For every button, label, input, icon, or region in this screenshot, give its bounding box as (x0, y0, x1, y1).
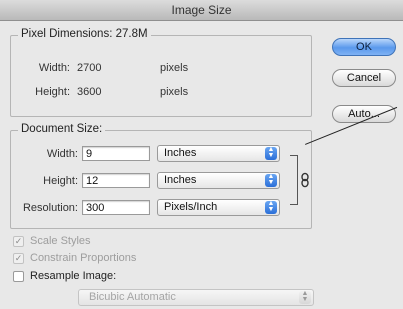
pixel-dimensions-legend: Pixel Dimensions: 27.8M (18, 28, 151, 40)
pixel-width-unit: pixels (160, 62, 189, 74)
constrain-proportions-checkbox[interactable]: ✓ (13, 253, 24, 264)
doc-height-unit-stepper-icon: ▲ ▼ (265, 173, 277, 187)
ok-button[interactable]: OK (332, 38, 396, 56)
doc-height-unit-value: Inches (164, 174, 197, 186)
doc-width-unit-select[interactable]: Inches ▲ ▼ (157, 145, 280, 162)
cancel-button[interactable]: Cancel (332, 69, 396, 87)
resample-image-checkbox[interactable] (13, 271, 24, 282)
resample-method-value: Bicubic Automatic (89, 291, 176, 303)
doc-width-input[interactable] (82, 146, 150, 161)
doc-width-label: Width: (46, 148, 78, 160)
scale-styles-label: Scale Styles (30, 235, 91, 247)
constrain-proportions-label: Constrain Proportions (30, 252, 137, 264)
resolution-unit-select[interactable]: Pixels/Inch ▲ ▼ (157, 199, 280, 216)
pixel-width-value: 2700 (77, 62, 102, 74)
resolution-unit-stepper-icon: ▲ ▼ (265, 200, 277, 214)
link-bracket (290, 155, 298, 205)
chain-link-icon (300, 172, 310, 188)
resample-image-label: Resample Image: (30, 270, 117, 282)
pixel-dimensions-size: 27.8M (115, 28, 148, 40)
pixel-width-label: Width: (38, 62, 70, 74)
pixel-height-unit: pixels (160, 86, 189, 98)
resample-method-stepper-icon: ▲ ▼ (299, 290, 311, 304)
doc-width-unit-value: Inches (164, 147, 197, 159)
doc-height-input[interactable] (82, 173, 150, 188)
scale-styles-checkbox[interactable]: ✓ (13, 236, 24, 247)
document-size-legend: Document Size: (18, 123, 106, 135)
doc-width-unit-stepper-icon: ▲ ▼ (265, 146, 277, 160)
pixel-dimensions-label: Pixel Dimensions: (21, 28, 113, 40)
window-title: Image Size (0, 0, 403, 21)
resolution-input[interactable] (82, 200, 150, 215)
pixel-height-value: 3600 (77, 86, 102, 98)
pixel-height-label: Height: (35, 86, 70, 98)
resolution-unit-value: Pixels/Inch (164, 201, 218, 213)
resample-method-select[interactable]: Bicubic Automatic ▲ ▼ (78, 289, 314, 306)
pixel-dimensions-group: Pixel Dimensions: 27.8M (10, 28, 312, 117)
doc-height-label: Height: (43, 175, 78, 187)
doc-height-unit-select[interactable]: Inches ▲ ▼ (157, 172, 280, 189)
resolution-label: Resolution: (22, 202, 78, 214)
